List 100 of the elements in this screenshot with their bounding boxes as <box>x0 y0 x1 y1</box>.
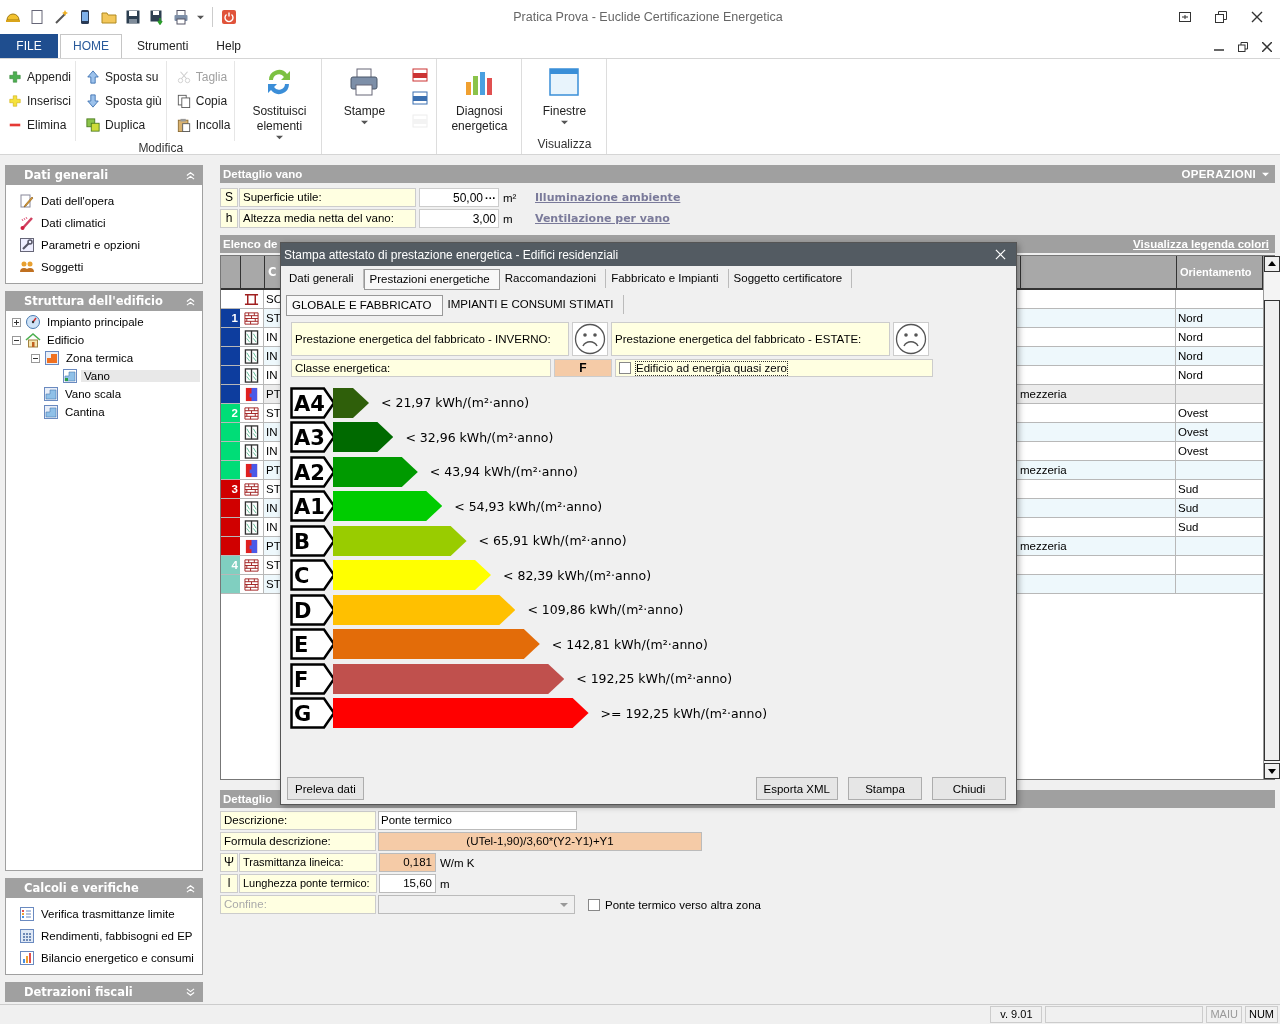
save-download-icon[interactable] <box>149 9 165 25</box>
table-cell: ST <box>266 559 281 571</box>
ribbon-button[interactable]: Copia <box>176 89 231 113</box>
collapse-icon[interactable] <box>31 353 40 363</box>
window-title: Pratica Prova - Euclide Certificazione Energetica <box>512 10 784 24</box>
ribbon-button[interactable]: Finestre <box>526 61 603 137</box>
class-range: < 43,94 kWh/(m²·anno) <box>429 464 578 479</box>
dialog-tab[interactable]: Dati generali <box>284 269 364 288</box>
checkbox-label[interactable]: Edificio ad energia quasi zero <box>635 360 788 376</box>
group-label: Visualizza <box>536 137 593 153</box>
sidebar-item[interactable]: Dati dell'opera <box>19 193 202 209</box>
link[interactable]: Illuminazione ambiente <box>535 191 681 204</box>
table-cell: mezzeria <box>1020 388 1067 400</box>
checkbox[interactable] <box>588 898 600 911</box>
close-icon[interactable] <box>1262 42 1272 52</box>
table-cell: mezzeria <box>1020 464 1067 476</box>
scrollbar[interactable] <box>1263 256 1280 779</box>
unit-label: W/m K <box>440 856 475 869</box>
section-title: Dettaglio vano <box>223 168 303 180</box>
expand-icon[interactable] <box>12 317 21 327</box>
tree-item[interactable]: Zona termica <box>63 352 137 364</box>
restore-icon[interactable] <box>1215 11 1227 23</box>
class-badge: A3 <box>290 421 336 453</box>
caret-icon[interactable] <box>197 13 204 21</box>
field-label: Prestazione energetica del fabbricato - INVERNO: <box>291 322 569 356</box>
sub-tab[interactable]: IMPIANTI E CONSUMI STIMATI <box>442 295 625 314</box>
collapse-icon <box>186 296 195 306</box>
symbol-label: h <box>220 209 238 228</box>
ribbon-button[interactable]: Sposta giù <box>86 89 162 113</box>
sidebar-item[interactable]: Parametri e opzioni <box>19 237 202 253</box>
sidebar-item[interactable]: Dati climatici <box>19 215 202 231</box>
close-icon[interactable] <box>1251 11 1263 23</box>
ribbon-button[interactable]: Incolla <box>176 113 231 137</box>
status-indicator: NUM <box>1244 1006 1278 1023</box>
dialog-tab[interactable]: Fabbricato e Impianti <box>606 269 729 288</box>
class-range: < 82,39 kWh/(m²·anno) <box>503 567 651 583</box>
ribbon-button[interactable]: Sostituisci elementi <box>241 61 318 141</box>
ribbon-tab[interactable]: HOME <box>60 34 122 58</box>
class-badge: G <box>290 697 336 729</box>
field-label: Altezza media netta del vano: <box>239 209 416 228</box>
dialog-tab[interactable]: Raccomandazioni <box>499 269 607 288</box>
symbol-label: Ψ <box>220 853 238 872</box>
table-cell: Ovest <box>1178 445 1209 457</box>
ribbon-tab[interactable]: Help <box>203 34 255 58</box>
ribbon-tab[interactable]: FILE <box>0 34 58 58</box>
field-label: Trasmittanza lineica: <box>239 853 377 872</box>
sidebar-item[interactable]: Soggetti <box>19 259 202 275</box>
link[interactable]: Ventilazione per vano <box>535 212 670 225</box>
tree-item[interactable]: Cantina <box>62 406 108 418</box>
new-document-icon[interactable] <box>29 9 45 25</box>
dialog-button[interactable]: Esporta XML <box>755 777 838 800</box>
value-field[interactable]: 3,00 <box>419 209 499 228</box>
dialog-tab[interactable]: Prestazioni energetiche <box>363 269 500 290</box>
ribbon-button[interactable]: Inserisci <box>8 89 72 113</box>
tree-item[interactable]: Vano <box>81 370 200 382</box>
dialog-button[interactable]: Chiudi <box>932 777 1006 800</box>
unit-label: m <box>503 212 514 225</box>
printer-icon[interactable] <box>173 9 189 25</box>
restore-icon[interactable] <box>1238 42 1248 52</box>
symbol-label: l <box>220 874 238 893</box>
number-field[interactable]: 0,181 <box>379 853 436 872</box>
version-label: v. 9.01 <box>990 1006 1043 1023</box>
table-cell: IN <box>266 445 278 457</box>
value-field[interactable]: 50,00 ··· <box>419 188 499 207</box>
save-icon[interactable] <box>125 9 141 25</box>
formula-field[interactable]: (UTel-1,90)/3,60*(Y2-Y1)+Y1 <box>378 832 702 851</box>
table-cell: ST <box>266 578 281 590</box>
checkbox[interactable] <box>619 362 631 374</box>
sidebar-item[interactable]: Rendimenti, fabbisogni ed EP <box>19 928 202 944</box>
class-range: < 21,97 kWh/(m²·anno) <box>381 395 529 410</box>
scroll-up-icon[interactable] <box>1264 256 1280 272</box>
document-pencil-icon <box>19 193 35 209</box>
ribbon-tab[interactable]: Strumenti <box>124 34 202 58</box>
sidebar-item[interactable]: Verifica trasmittanze limite <box>19 906 202 922</box>
text-field[interactable]: Ponte termico <box>378 811 577 830</box>
number-field[interactable]: 15,60 <box>379 874 436 893</box>
window-icon[interactable] <box>1179 11 1191 23</box>
collapse-icon[interactable] <box>12 335 21 345</box>
thermal-bridge-icon <box>244 538 259 554</box>
ribbon-button[interactable]: Stampe <box>326 61 403 137</box>
ribbon-button[interactable]: Duplica <box>86 113 162 137</box>
dialog-tab[interactable]: Soggetto certificatore <box>728 269 853 288</box>
scroll-down-icon[interactable] <box>1264 763 1280 779</box>
plus-icon <box>8 94 22 108</box>
tree-item[interactable]: Edificio <box>44 334 88 346</box>
ribbon-button[interactable]: Sposta su <box>86 65 162 89</box>
dialog-button[interactable]: Stampa <box>848 777 922 800</box>
tree-item[interactable]: Vano scala <box>62 388 125 400</box>
tree-item[interactable]: Impianto principale <box>44 316 147 328</box>
ribbon-button[interactable]: Diagnosi energetica <box>441 61 518 137</box>
wrench-icon <box>19 237 35 253</box>
ribbon-button[interactable]: Elimina <box>8 113 72 137</box>
power-icon[interactable] <box>221 9 237 25</box>
ellipsis-button[interactable]: ··· <box>485 191 496 204</box>
sidebar-item[interactable]: Bilancio energetico e consumi <box>19 950 202 966</box>
sub-tab[interactable]: GLOBALE E FABBRICATO <box>286 295 443 316</box>
ribbon-button[interactable]: Appendi <box>8 65 72 89</box>
magic-wand-icon[interactable] <box>53 9 69 25</box>
dialog-button[interactable]: Preleva dati <box>287 777 364 800</box>
class-range: >= 192,25 kWh/(m²·anno) <box>600 705 768 721</box>
